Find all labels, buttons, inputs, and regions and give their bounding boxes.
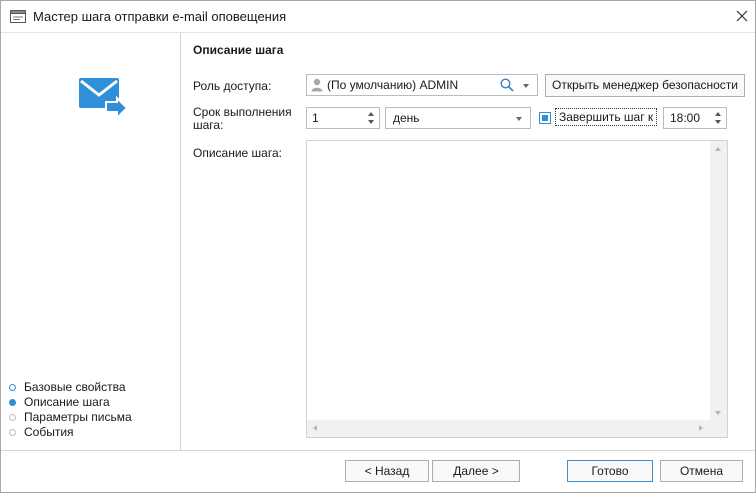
mail-send-icon bbox=[79, 78, 129, 121]
step-label: Параметры письма bbox=[24, 410, 132, 424]
chevron-down-icon[interactable] bbox=[516, 117, 522, 121]
search-icon[interactable] bbox=[500, 78, 514, 92]
window-title: Мастер шага отправки e-mail оповещения bbox=[33, 9, 287, 24]
checkbox-check-icon bbox=[542, 115, 548, 121]
back-button[interactable]: < Назад bbox=[345, 460, 429, 482]
step-description[interactable]: Описание шага bbox=[9, 395, 132, 410]
deadline-value: 1 bbox=[312, 111, 319, 125]
next-button[interactable]: Далее > bbox=[432, 460, 520, 482]
chevron-down-icon[interactable] bbox=[523, 84, 529, 88]
role-value: (По умолчанию) ADMIN bbox=[327, 78, 459, 92]
deadline-unit-value: день bbox=[393, 111, 420, 125]
deadline-unit-combobox[interactable]: день bbox=[385, 107, 531, 129]
title-bar: Мастер шага отправки e-mail оповещения bbox=[1, 1, 755, 32]
window-icon bbox=[10, 10, 26, 23]
user-icon bbox=[311, 78, 323, 92]
description-textarea[interactable] bbox=[306, 140, 728, 438]
wizard-window: Мастер шага отправки e-mail оповещения Б… bbox=[0, 0, 756, 493]
spin-arrows-icon[interactable] bbox=[714, 110, 722, 126]
section-title: Описание шага bbox=[193, 43, 284, 57]
step-label: Описание шага bbox=[24, 395, 110, 409]
deadline-label-line1: Срок выполнения bbox=[193, 105, 292, 119]
footer-divider bbox=[1, 450, 755, 451]
vertical-scrollbar[interactable] bbox=[710, 141, 727, 422]
deadline-label: Срок выполнения шага: bbox=[193, 106, 292, 132]
deadline-stepper[interactable]: 1 bbox=[306, 107, 380, 129]
step-events[interactable]: События bbox=[9, 425, 132, 440]
step-mail-parameters[interactable]: Параметры письма bbox=[9, 410, 132, 425]
finish-by-checkbox[interactable] bbox=[539, 112, 551, 124]
spin-arrows-icon[interactable] bbox=[367, 110, 375, 126]
step-label: События bbox=[24, 425, 74, 439]
step-pending-dot-icon bbox=[9, 429, 16, 436]
description-label: Описание шага: bbox=[193, 146, 282, 160]
finish-time-stepper[interactable]: 18:00 bbox=[663, 107, 727, 129]
scrollbar-corner bbox=[710, 420, 727, 437]
step-done-dot-icon bbox=[9, 384, 16, 391]
step-pending-dot-icon bbox=[9, 414, 16, 421]
horizontal-scrollbar[interactable] bbox=[307, 420, 710, 437]
role-combobox[interactable]: (По умолчанию) ADMIN bbox=[306, 74, 538, 96]
scroll-down-icon[interactable] bbox=[715, 411, 721, 415]
close-icon[interactable] bbox=[734, 8, 750, 24]
step-basic-properties[interactable]: Базовые свойства bbox=[9, 380, 132, 395]
step-current-dot-icon bbox=[9, 399, 16, 406]
scroll-right-icon[interactable] bbox=[699, 425, 703, 431]
step-content: Описание шага Роль доступа: (По умолчани… bbox=[182, 33, 755, 450]
scroll-left-icon[interactable] bbox=[313, 425, 317, 431]
wizard-steps: Базовые свойства Описание шага Параметры… bbox=[9, 380, 132, 440]
done-button[interactable]: Готово bbox=[567, 460, 653, 482]
wizard-sidebar: Базовые свойства Описание шага Параметры… bbox=[1, 33, 181, 450]
deadline-label-line2: шага: bbox=[193, 118, 224, 132]
finish-time-value: 18:00 bbox=[670, 111, 701, 125]
open-security-manager-button[interactable]: Открыть менеджер безопасности bbox=[545, 74, 745, 97]
role-label: Роль доступа: bbox=[193, 79, 272, 93]
scroll-up-icon[interactable] bbox=[715, 147, 721, 151]
cancel-button[interactable]: Отмена bbox=[660, 460, 743, 482]
finish-by-label[interactable]: Завершить шаг к bbox=[555, 108, 658, 126]
step-label: Базовые свойства bbox=[24, 380, 126, 394]
